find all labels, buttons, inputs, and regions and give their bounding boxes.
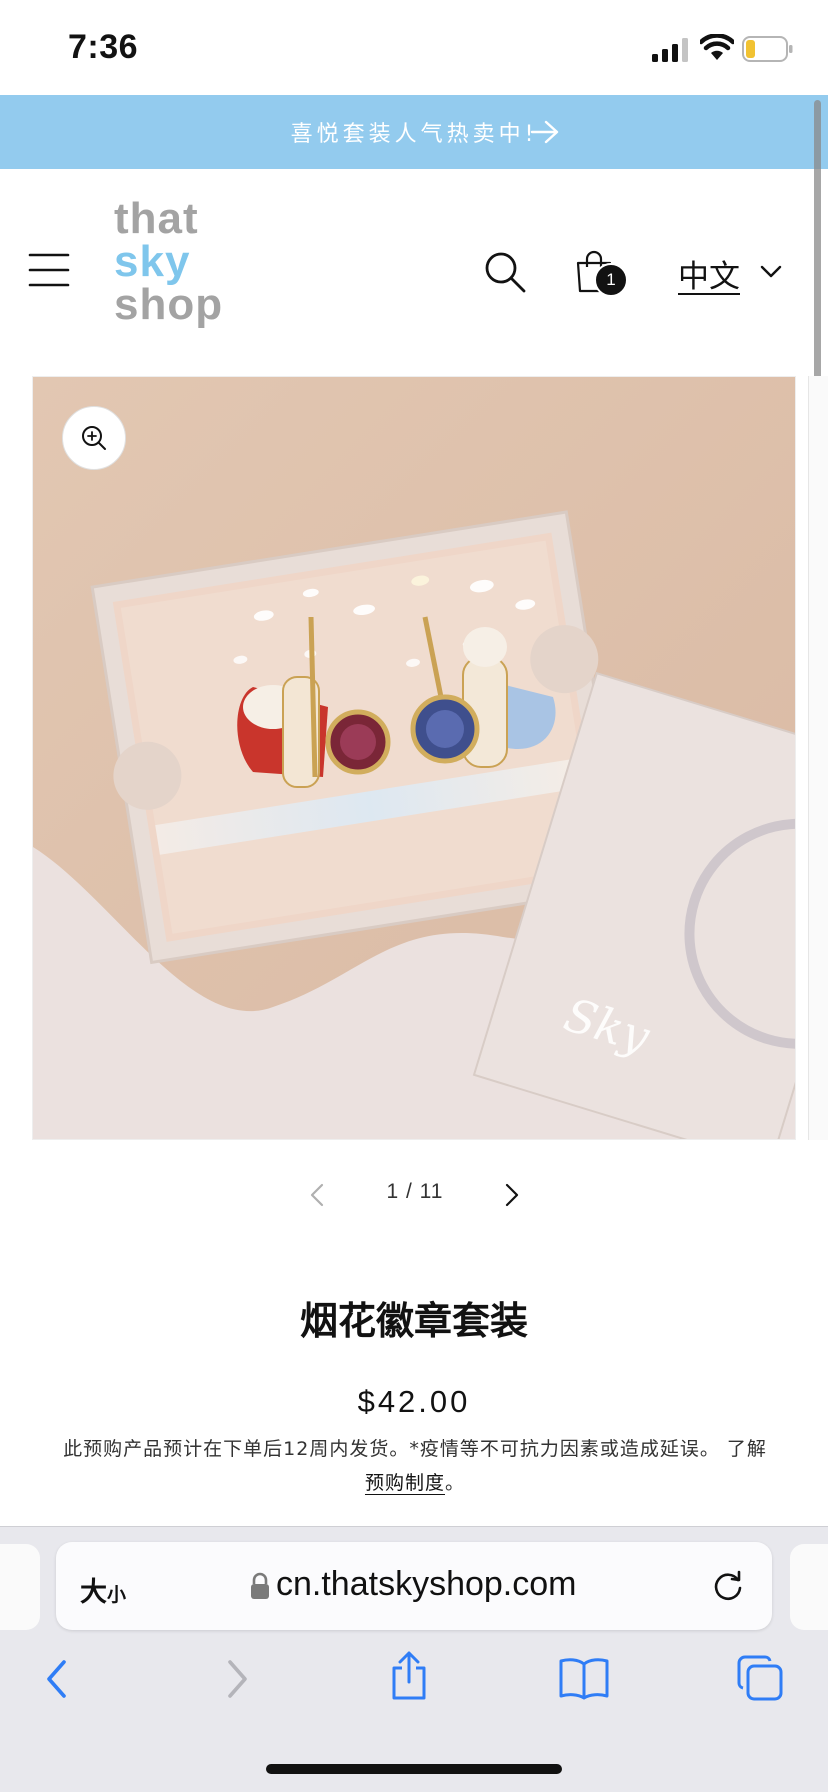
preorder-notice-text: 此预购产品预计在下单后12周内发货。*疫情等不可抗力因素或造成延误。 了解: [63, 1438, 767, 1460]
zoom-in-icon: [82, 426, 106, 450]
preorder-notice-end: 。: [445, 1472, 466, 1494]
next-slide-peek[interactable]: [808, 376, 828, 1140]
preorder-notice: 此预购产品预计在下单后12周内发货。*疫情等不可抗力因素或造成延误。 了解 预购…: [30, 1432, 800, 1500]
status-time: 7:36: [68, 28, 139, 66]
announcement-text[interactable]: 喜悦套装人气热卖中!: [291, 116, 538, 148]
site-header: that sky shop 1 中文: [0, 169, 828, 369]
product-image[interactable]: Sky: [32, 376, 796, 1140]
search-icon[interactable]: [484, 251, 526, 293]
wifi-icon: [700, 34, 734, 60]
cellular-signal-icon: [652, 38, 688, 62]
bookmarks-icon[interactable]: [558, 1656, 610, 1700]
cart-count-badge[interactable]: 1: [594, 263, 628, 297]
logo-line-sky: sky: [114, 237, 191, 286]
slide-counter: 1 / 11: [386, 1180, 444, 1203]
next-slide-button[interactable]: [500, 1182, 522, 1208]
announcement-bar[interactable]: 喜悦套装人气热卖中!: [0, 95, 828, 169]
next-tab-peek[interactable]: [790, 1544, 828, 1630]
product-title: 烟花徽章套装: [299, 1299, 528, 1343]
battery-icon: [742, 36, 793, 62]
menu-icon[interactable]: [28, 253, 70, 287]
reload-icon[interactable]: [710, 1568, 746, 1604]
logo-line-that: that: [114, 194, 199, 243]
home-indicator[interactable]: [266, 1764, 562, 1774]
text-size-small: 小: [107, 1584, 127, 1606]
chevron-down-icon[interactable]: [760, 265, 782, 279]
product-photo-illustration: Sky: [33, 377, 795, 1139]
text-size-button[interactable]: 大小: [80, 1570, 126, 1609]
forward-icon[interactable]: [218, 1656, 254, 1702]
back-icon[interactable]: [40, 1656, 76, 1702]
lock-icon: [251, 1572, 269, 1599]
language-selector[interactable]: 中文: [678, 251, 740, 296]
logo-line-shop: shop: [114, 280, 224, 329]
share-icon[interactable]: [388, 1650, 430, 1702]
arrow-right-icon[interactable]: [530, 119, 560, 145]
site-logo[interactable]: that sky shop: [114, 197, 244, 347]
product-price: $42.00: [357, 1384, 471, 1419]
previous-slide-button[interactable]: [307, 1182, 329, 1208]
tabs-icon[interactable]: [736, 1654, 784, 1702]
previous-tab-peek[interactable]: [0, 1544, 40, 1630]
zoom-button[interactable]: [62, 406, 126, 470]
text-size-big: 大: [80, 1577, 107, 1608]
url-text[interactable]: cn.thatskyshop.com: [276, 1565, 576, 1604]
status-bar: 7:36: [0, 0, 828, 95]
preorder-policy-link[interactable]: 预购制度: [365, 1472, 445, 1494]
